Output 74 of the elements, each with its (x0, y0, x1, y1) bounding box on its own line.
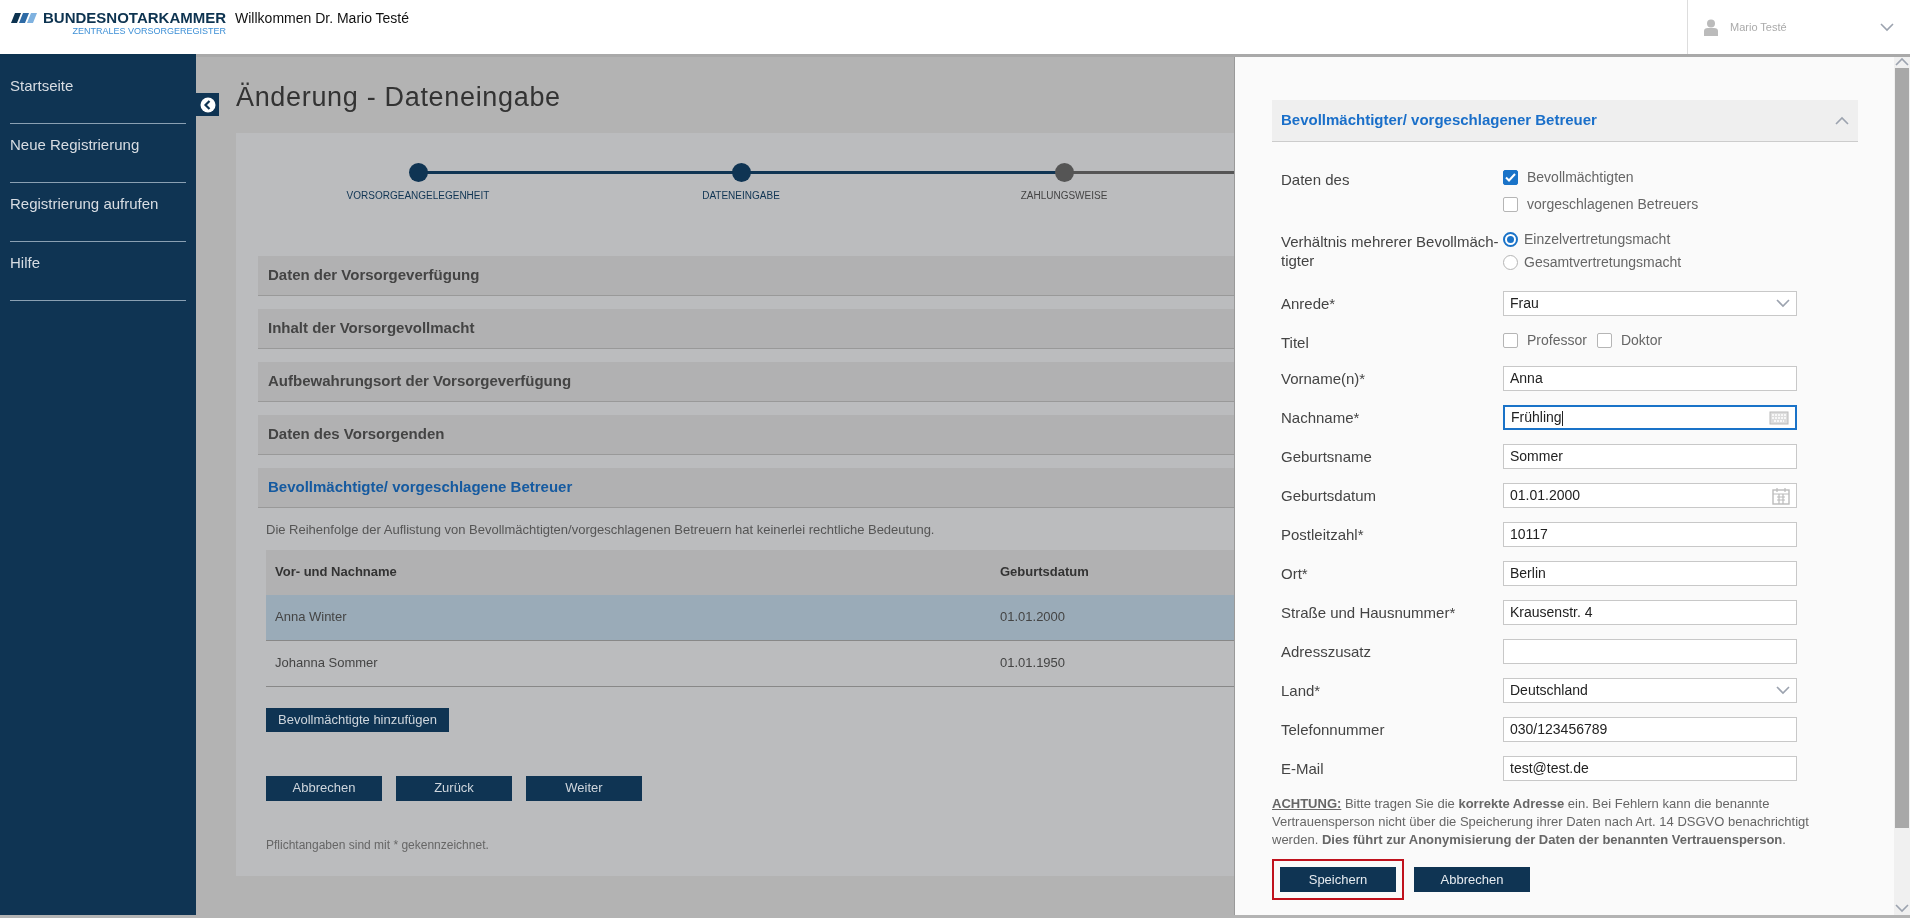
radio-label: Gesamtvertretungsmacht (1524, 253, 1682, 272)
logo-title: BUNDESNOTARKAMMER (43, 10, 227, 26)
info-text: Die Reihenfolge der Auflistung von Bevollmächtigten/vorgeschlagenen Betreuern hat keinerlei rechtliche Bedeutung. (266, 521, 935, 539)
checkbox[interactable] (1503, 170, 1518, 185)
sidebar-item[interactable]: Registrierung aufrufen (10, 193, 159, 216)
logo-subtitle: ZENTRALES VORSORGEREGISTER (72, 26, 227, 37)
checkbox[interactable] (1503, 197, 1518, 212)
welcome-text: Willkommen Dr. Mario Testé (235, 10, 410, 26)
field-label: Vorname(n)* (1281, 369, 1367, 388)
date-field[interactable]: 01.01.2000 (1503, 483, 1797, 508)
checkbox-label: Professor (1527, 331, 1587, 350)
add-button[interactable]: Bevollmächtigte hinzufügen (266, 707, 449, 732)
logo-stripes-icon (11, 13, 39, 23)
table-cell-text: Johanna Sommer (274, 654, 379, 673)
chevron-down-icon (1776, 686, 1790, 695)
input-field[interactable]: test@test.de (1503, 756, 1797, 781)
sidebar-item[interactable]: Neue Registrierung (10, 134, 140, 157)
field-label: Postleitzahl* (1281, 525, 1365, 544)
chevron-up-icon (1835, 116, 1849, 125)
field-label: E-Mail (1281, 759, 1325, 778)
input-field[interactable]: 030/123456789 (1503, 717, 1797, 742)
scroll-down-icon (1895, 904, 1909, 913)
select-field[interactable]: Deutschland (1503, 678, 1797, 703)
calendar-icon[interactable] (1772, 486, 1790, 505)
input-field[interactable]: Krausenstr. 4 (1503, 600, 1797, 625)
step-label: DATENEINGABE (702, 189, 780, 203)
chevron-down-icon (1776, 299, 1790, 308)
field-label: Telefonnummer (1281, 720, 1386, 739)
collapse-button[interactable] (196, 93, 219, 116)
sidebar-item[interactable]: Hilfe (10, 252, 40, 275)
notice-text: ACHTUNG: Bitte tragen Sie die korrekte Adresse ein. Bei Fehlern kann die benannte Vertrauensperson nicht über die Speicherung ihrer Daten nach Art. 14 DSGVO benachrichtigt werden. Dies führt zur Anonymisierung der Daten der benannten Vertrauensperson. (1272, 795, 1810, 849)
checkbox-label: vorgeschlagenen Betreuers (1527, 195, 1699, 214)
action-button[interactable]: Abbrechen (266, 775, 382, 801)
chevron-down-icon (1880, 22, 1894, 32)
table-cell-text: 01.01.1950 (1000, 654, 1066, 673)
input-field[interactable]: Berlin (1503, 561, 1797, 586)
sidebar-item[interactable]: Startseite (10, 75, 74, 98)
select-field[interactable]: Frau (1503, 291, 1797, 316)
action-button[interactable]: Zurück (396, 775, 512, 801)
input-field[interactable]: Frühling (1503, 405, 1797, 430)
radio-button[interactable] (1503, 255, 1518, 270)
action-button[interactable]: Weiter (526, 775, 642, 801)
radio-label: Einzelvertretungsmacht (1524, 230, 1671, 249)
field-label: Adresszusatz (1281, 642, 1373, 661)
scroll-up-icon (1895, 57, 1909, 66)
table-cell-text: 01.01.2000 (1000, 608, 1066, 627)
field-label: Daten des (1281, 170, 1351, 189)
panel-section-header[interactable]: Bevollmächtigter/ vorgeschlagener Betreuer (1272, 100, 1858, 142)
page-title: Änderung - Dateneingabe (236, 81, 562, 114)
user-avatar-icon (1704, 18, 1718, 36)
field-label: Ort* (1281, 564, 1309, 583)
required-note: Pflichtangaben sind mit * gekennzeichnet. (266, 836, 489, 854)
chevron-left-icon (199, 96, 216, 113)
checkbox[interactable] (1503, 333, 1518, 348)
scrollbar[interactable] (1894, 57, 1910, 915)
panel-button[interactable]: Speichern (1280, 867, 1396, 893)
checkbox-label: Bevollmächtigten (1527, 168, 1634, 187)
step-label: ZAHLUNGSWEISE (1020, 189, 1108, 203)
field-label: Geburtsdatum (1281, 486, 1378, 505)
input-field[interactable]: Anna (1503, 366, 1797, 391)
checkbox-label: Doktor (1620, 331, 1663, 350)
field-label: Titel (1281, 333, 1310, 352)
field-label: Straße und Hausnummer* (1281, 603, 1457, 622)
radio-button[interactable] (1503, 232, 1518, 247)
column-header: Geburtsdatum (1000, 563, 1089, 582)
input-field[interactable]: 10117 (1503, 522, 1797, 547)
keyboard-icon[interactable] (1769, 410, 1789, 425)
column-header: Vor- und Nachname (274, 563, 398, 582)
input-field[interactable]: Sommer (1503, 444, 1797, 469)
input-field[interactable] (1503, 639, 1797, 664)
checkbox[interactable] (1596, 333, 1612, 348)
panel-button[interactable]: Abbrechen (1414, 867, 1530, 893)
table-cell-text: Anna Winter (274, 608, 348, 627)
step-label: VORSORGEANGELEGENHEIT (346, 189, 490, 203)
